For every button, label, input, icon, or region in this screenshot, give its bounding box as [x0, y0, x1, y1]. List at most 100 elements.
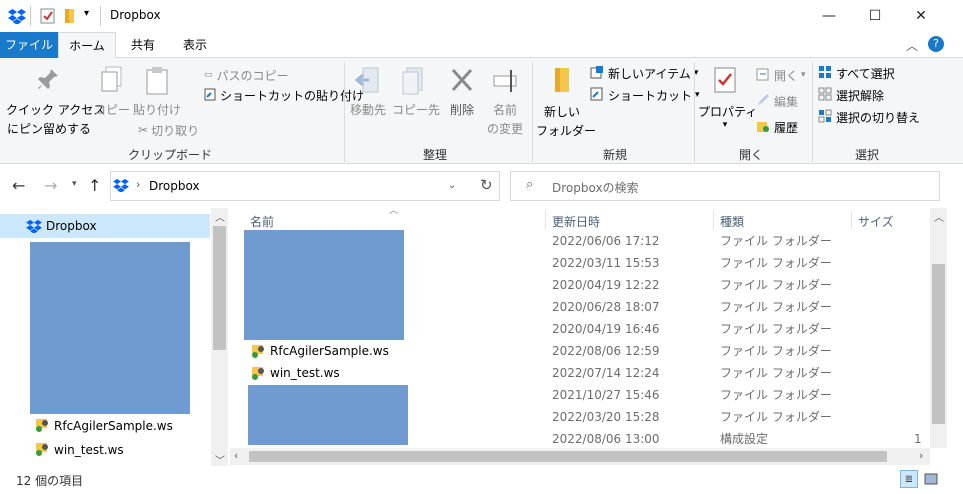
file-type: 構成設定: [720, 432, 769, 446]
file-type: ファイル フォルダー: [720, 366, 832, 380]
file-type: ファイル フォルダー: [720, 410, 832, 424]
select-none-button[interactable]: 選択解除: [818, 86, 884, 104]
properties-quick-icon[interactable]: [40, 8, 56, 27]
nav-item-win-test[interactable]: win_test.ws: [34, 440, 124, 460]
copy-label: コピー: [94, 103, 131, 117]
edit-button[interactable]: 編集: [756, 92, 798, 110]
dropbox-icon: [26, 219, 42, 236]
file-type: ファイル フォルダー: [720, 234, 832, 248]
nav-item-rfcagilersample[interactable]: RfcAgilerSample.ws: [34, 416, 173, 436]
file-date: 2021/10/27 15:46: [552, 388, 660, 402]
maximize-button[interactable]: ☐: [852, 0, 898, 32]
column-header-size[interactable]: サイズ: [858, 213, 894, 230]
copy-icon: [100, 66, 124, 97]
address-dropdown-icon[interactable]: ⌄: [448, 180, 456, 191]
file-type: ファイル フォルダー: [720, 256, 832, 270]
redacted-file-names-2: [248, 385, 408, 445]
select-all-button[interactable]: すべて選択: [818, 64, 895, 82]
help-icon[interactable]: ?: [928, 36, 944, 52]
new-item-button[interactable]: 新しいアイテム ▾: [590, 64, 698, 82]
copy-path-button[interactable]: ▭ パスのコピー: [204, 66, 289, 84]
forward-arrow-icon[interactable]: →: [44, 176, 57, 195]
breadcrumb-dropbox[interactable]: Dropbox: [149, 179, 200, 193]
file-date: 2022/06/06 17:12: [552, 234, 660, 248]
minimize-button[interactable]: —: [806, 0, 852, 32]
properties-dropdown-icon: ▾: [722, 120, 728, 130]
copy-to-button[interactable]: コピー先: [392, 66, 440, 126]
pin-icon: [37, 66, 61, 95]
pin-quick-access-button[interactable]: クイック アクセス にピン留めする: [6, 66, 105, 138]
history-button[interactable]: 履歴: [756, 118, 798, 136]
select-none-label: 選択解除: [836, 88, 885, 103]
move-to-icon: [354, 66, 381, 99]
invert-selection-label: 選択の切り替え: [836, 110, 921, 125]
move-to-button[interactable]: 移動先: [348, 66, 388, 126]
group-select-label: 選択: [854, 148, 879, 162]
open-icon: [756, 67, 770, 84]
new-folder-icon: [549, 66, 575, 99]
horizontal-scrollbar-thumb[interactable]: [249, 451, 887, 462]
invert-selection-button[interactable]: 選択の切り替え: [818, 108, 920, 126]
tab-file[interactable]: ファイル: [0, 32, 58, 58]
delete-icon: [449, 66, 475, 99]
file-type: ファイル フォルダー: [720, 300, 832, 314]
item-count: 12 個の項目: [16, 474, 84, 488]
cut-button[interactable]: ✂ 切り取り: [138, 121, 199, 139]
open-button[interactable]: 開く ▾: [756, 66, 806, 84]
properties-label: プロパティ: [698, 105, 758, 119]
edit-label: 編集: [774, 94, 799, 109]
file-row[interactable]: RfcAgilerSample.ws 2022/08/06 12:59 ファイル フ…: [244, 340, 930, 362]
file-date: 2020/06/28 18:07: [552, 300, 660, 314]
file-type: ファイル フォルダー: [720, 322, 832, 336]
column-header-type[interactable]: 種類: [720, 213, 744, 230]
paste-shortcut-button[interactable]: ショートカットの貼り付け: [204, 86, 364, 104]
scroll-down-icon[interactable]: ﹀: [215, 452, 225, 467]
file-scrollbar-thumb[interactable]: [932, 264, 945, 424]
scroll-right-icon[interactable]: ›: [919, 449, 923, 462]
new-item-label: 新しいアイテム: [608, 66, 691, 81]
sort-indicator-icon: ︿: [389, 206, 399, 216]
refresh-icon[interactable]: ↻: [480, 176, 493, 194]
copy-path-label: パスのコピー: [216, 68, 289, 83]
column-header-name[interactable]: 名前: [250, 213, 274, 230]
properties-button[interactable]: プロパティ ▾: [698, 66, 758, 138]
tab-view[interactable]: 表示: [170, 32, 220, 58]
scissors-icon: ✂: [138, 123, 149, 137]
new-folder-button[interactable]: 新しい フォルダー: [536, 66, 597, 138]
search-icon: ⌕: [526, 177, 534, 192]
scroll-up-icon[interactable]: ︿: [215, 209, 225, 224]
details-view-icon[interactable]: ≣: [900, 470, 918, 488]
file-row[interactable]: win_test.ws 2022/07/14 12:24 ファイル フォルダー: [244, 362, 930, 384]
close-button[interactable]: ✕: [898, 0, 944, 32]
rename-button[interactable]: 名前 の変更: [484, 66, 526, 138]
column-header-date[interactable]: 更新日時: [552, 213, 600, 230]
scroll-up-icon[interactable]: ︿: [934, 209, 944, 224]
nav-item-label: win_test.ws: [54, 443, 124, 457]
paste-button[interactable]: 貼り付け: [132, 66, 182, 126]
properties-icon: [712, 66, 738, 99]
scroll-left-icon[interactable]: ‹: [234, 449, 238, 462]
new-folder-label-2: フォルダー: [536, 124, 597, 138]
file-date: 2020/04/19 16:46: [552, 322, 660, 336]
tab-home[interactable]: ホーム: [58, 32, 116, 59]
up-arrow-icon[interactable]: ↑: [88, 176, 101, 195]
file-name: win_test.ws: [250, 362, 340, 384]
collapse-ribbon-icon[interactable]: ︿: [906, 37, 918, 54]
new-folder-quick-icon[interactable]: [62, 8, 78, 27]
tab-share[interactable]: 共有: [118, 32, 168, 58]
rename-label-1: 名前: [492, 103, 517, 117]
select-none-icon: [818, 87, 832, 104]
delete-button[interactable]: 削除: [444, 66, 480, 126]
group-new-label: 新規: [602, 148, 627, 162]
nav-scrollbar-thumb[interactable]: [213, 226, 226, 350]
copy-path-icon: ▭: [204, 70, 213, 80]
pin-label-2: にピン留めする: [6, 122, 91, 136]
recent-locations-icon[interactable]: ▾: [72, 179, 77, 189]
redacted-file-names-1: [244, 230, 404, 340]
shortcut-button[interactable]: ショートカット ▾: [590, 86, 700, 104]
quick-access-dropdown-icon[interactable]: ▾: [84, 8, 89, 19]
back-arrow-icon[interactable]: ←: [12, 176, 25, 195]
shortcut-label: ショートカット: [608, 88, 693, 103]
large-icons-view-icon[interactable]: [922, 470, 940, 488]
copy-button[interactable]: コピー: [94, 66, 130, 126]
